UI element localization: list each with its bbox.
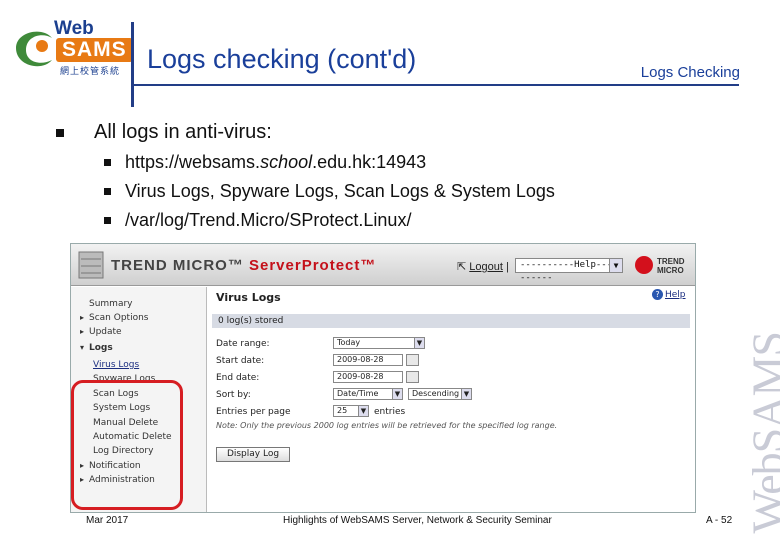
caret-down-icon: ▾ — [80, 343, 85, 352]
section-label: Logs Checking — [640, 64, 740, 81]
sort-by-label: Sort by: — [216, 390, 251, 400]
page-number: A - 52 — [706, 515, 733, 526]
entries-per-page-select[interactable]: 25 ▼ — [333, 405, 369, 417]
websams-watermark: WebSAMS — [742, 332, 780, 534]
retrieval-note: Note: Only the previous 2000 log entries… — [216, 421, 558, 430]
serverprotect-screenshot: TREND MICRO™ ServerProtect™ ⇱ Logout | -… — [70, 243, 696, 513]
chevron-down-icon: ▼ — [358, 406, 368, 416]
websams-logo: Web SAMS 網上校管系統 — [12, 18, 133, 78]
help-select[interactable]: ----------Help---------- ▼ — [515, 258, 623, 283]
sub-bullet-path-text: /var/log/Trend.Micro/SProtect.Linux/ — [125, 210, 412, 230]
sub-bullet-url-text: https://websams.school.edu.hk:14943 — [125, 152, 427, 172]
nav-item-summary[interactable]: Summary — [71, 297, 207, 311]
server-rack-icon — [78, 251, 104, 279]
nav-item-update[interactable]: ▸ Update — [71, 325, 207, 339]
sort-order-select[interactable]: Descending ▼ — [408, 388, 472, 400]
nav-item-scan-options[interactable]: ▸ Scan Options — [71, 311, 207, 325]
logout-link[interactable]: ⇱ Logout | — [457, 260, 509, 273]
chevron-down-icon: ▼ — [461, 389, 471, 399]
bullet-square-icon — [104, 217, 111, 224]
trend-micro-ball-icon — [635, 256, 653, 274]
sort-field-select[interactable]: Date/Time ▼ — [333, 388, 403, 400]
brand-name: TREND MICRO™ ServerProtect™ — [111, 257, 377, 274]
logout-icon: ⇱ — [457, 261, 467, 273]
entries-per-page-label: Entries per page — [216, 407, 291, 417]
highlight-circle — [71, 380, 183, 510]
end-date-label: End date: — [216, 373, 260, 383]
chevron-down-icon: ▼ — [414, 338, 424, 348]
bullet-square-icon — [56, 129, 64, 137]
page-title: Virus Logs — [216, 291, 281, 304]
footer-title: Highlights of WebSAMS Server, Network & … — [283, 515, 552, 526]
bullet-square-icon — [104, 188, 111, 195]
help-question-icon: ? — [652, 289, 663, 300]
log-count-bar: 0 log(s) stored — [212, 314, 690, 328]
nav-item-virus-logs[interactable]: Virus Logs — [71, 358, 207, 372]
header-horizontal-rule — [131, 84, 739, 86]
trend-micro-logo: TREND MICRO — [635, 254, 691, 276]
calendar-icon[interactable] — [406, 371, 419, 383]
logo-emblem-icon — [16, 31, 52, 67]
date-range-select[interactable]: Today ▼ — [333, 337, 425, 349]
caret-right-icon: ▸ — [80, 327, 85, 336]
bullet-square-icon — [104, 159, 111, 166]
help-link[interactable]: ? Help — [652, 289, 686, 300]
date-range-label: Date range: — [216, 339, 270, 349]
virus-logs-panel: Virus Logs ? Help 0 log(s) stored Date ra… — [208, 287, 695, 512]
logo-text-web: Web — [54, 18, 94, 39]
bullet-main-text: All logs in anti-virus: — [94, 121, 272, 143]
start-date-input[interactable]: 2009-08-28 — [333, 354, 403, 366]
footer-date: Mar 2017 — [86, 515, 129, 526]
start-date-label: Start date: — [216, 356, 265, 366]
sub-bullet-log-types-text: Virus Logs, Spyware Logs, Scan Logs & Sy… — [125, 181, 555, 201]
chevron-down-icon: ▼ — [609, 259, 622, 272]
left-navigation: Summary ▸ Scan Options ▸ Update ▾ Logs Viru… — [71, 287, 207, 512]
start-date-row: Start date: 2009-08-28 — [216, 354, 686, 368]
serverprotect-topbar: TREND MICRO™ ServerProtect™ ⇱ Logout | -… — [71, 244, 695, 286]
caret-right-icon: ▸ — [80, 313, 85, 322]
logo-text-chinese: 網上校管系統 — [60, 67, 121, 77]
chevron-down-icon: ▼ — [392, 389, 402, 399]
sort-by-row: Sort by: Date/Time ▼ Descending ▼ — [216, 388, 686, 402]
end-date-row: End date: 2009-08-28 — [216, 371, 686, 385]
nav-item-logs[interactable]: ▾ Logs — [71, 341, 207, 355]
date-range-row: Date range: Today ▼ — [216, 337, 686, 351]
slide-title: Logs checking (cont'd) — [147, 44, 417, 74]
display-log-button[interactable]: Display Log — [216, 447, 290, 462]
logo-text-sams: SAMS — [56, 38, 133, 62]
entries-unit: entries — [374, 407, 406, 417]
calendar-icon[interactable] — [406, 354, 419, 366]
end-date-input[interactable]: 2009-08-28 — [333, 371, 403, 383]
header-vertical-rule — [131, 22, 134, 107]
entries-per-page-row: Entries per page 25 ▼ entries — [216, 405, 686, 419]
